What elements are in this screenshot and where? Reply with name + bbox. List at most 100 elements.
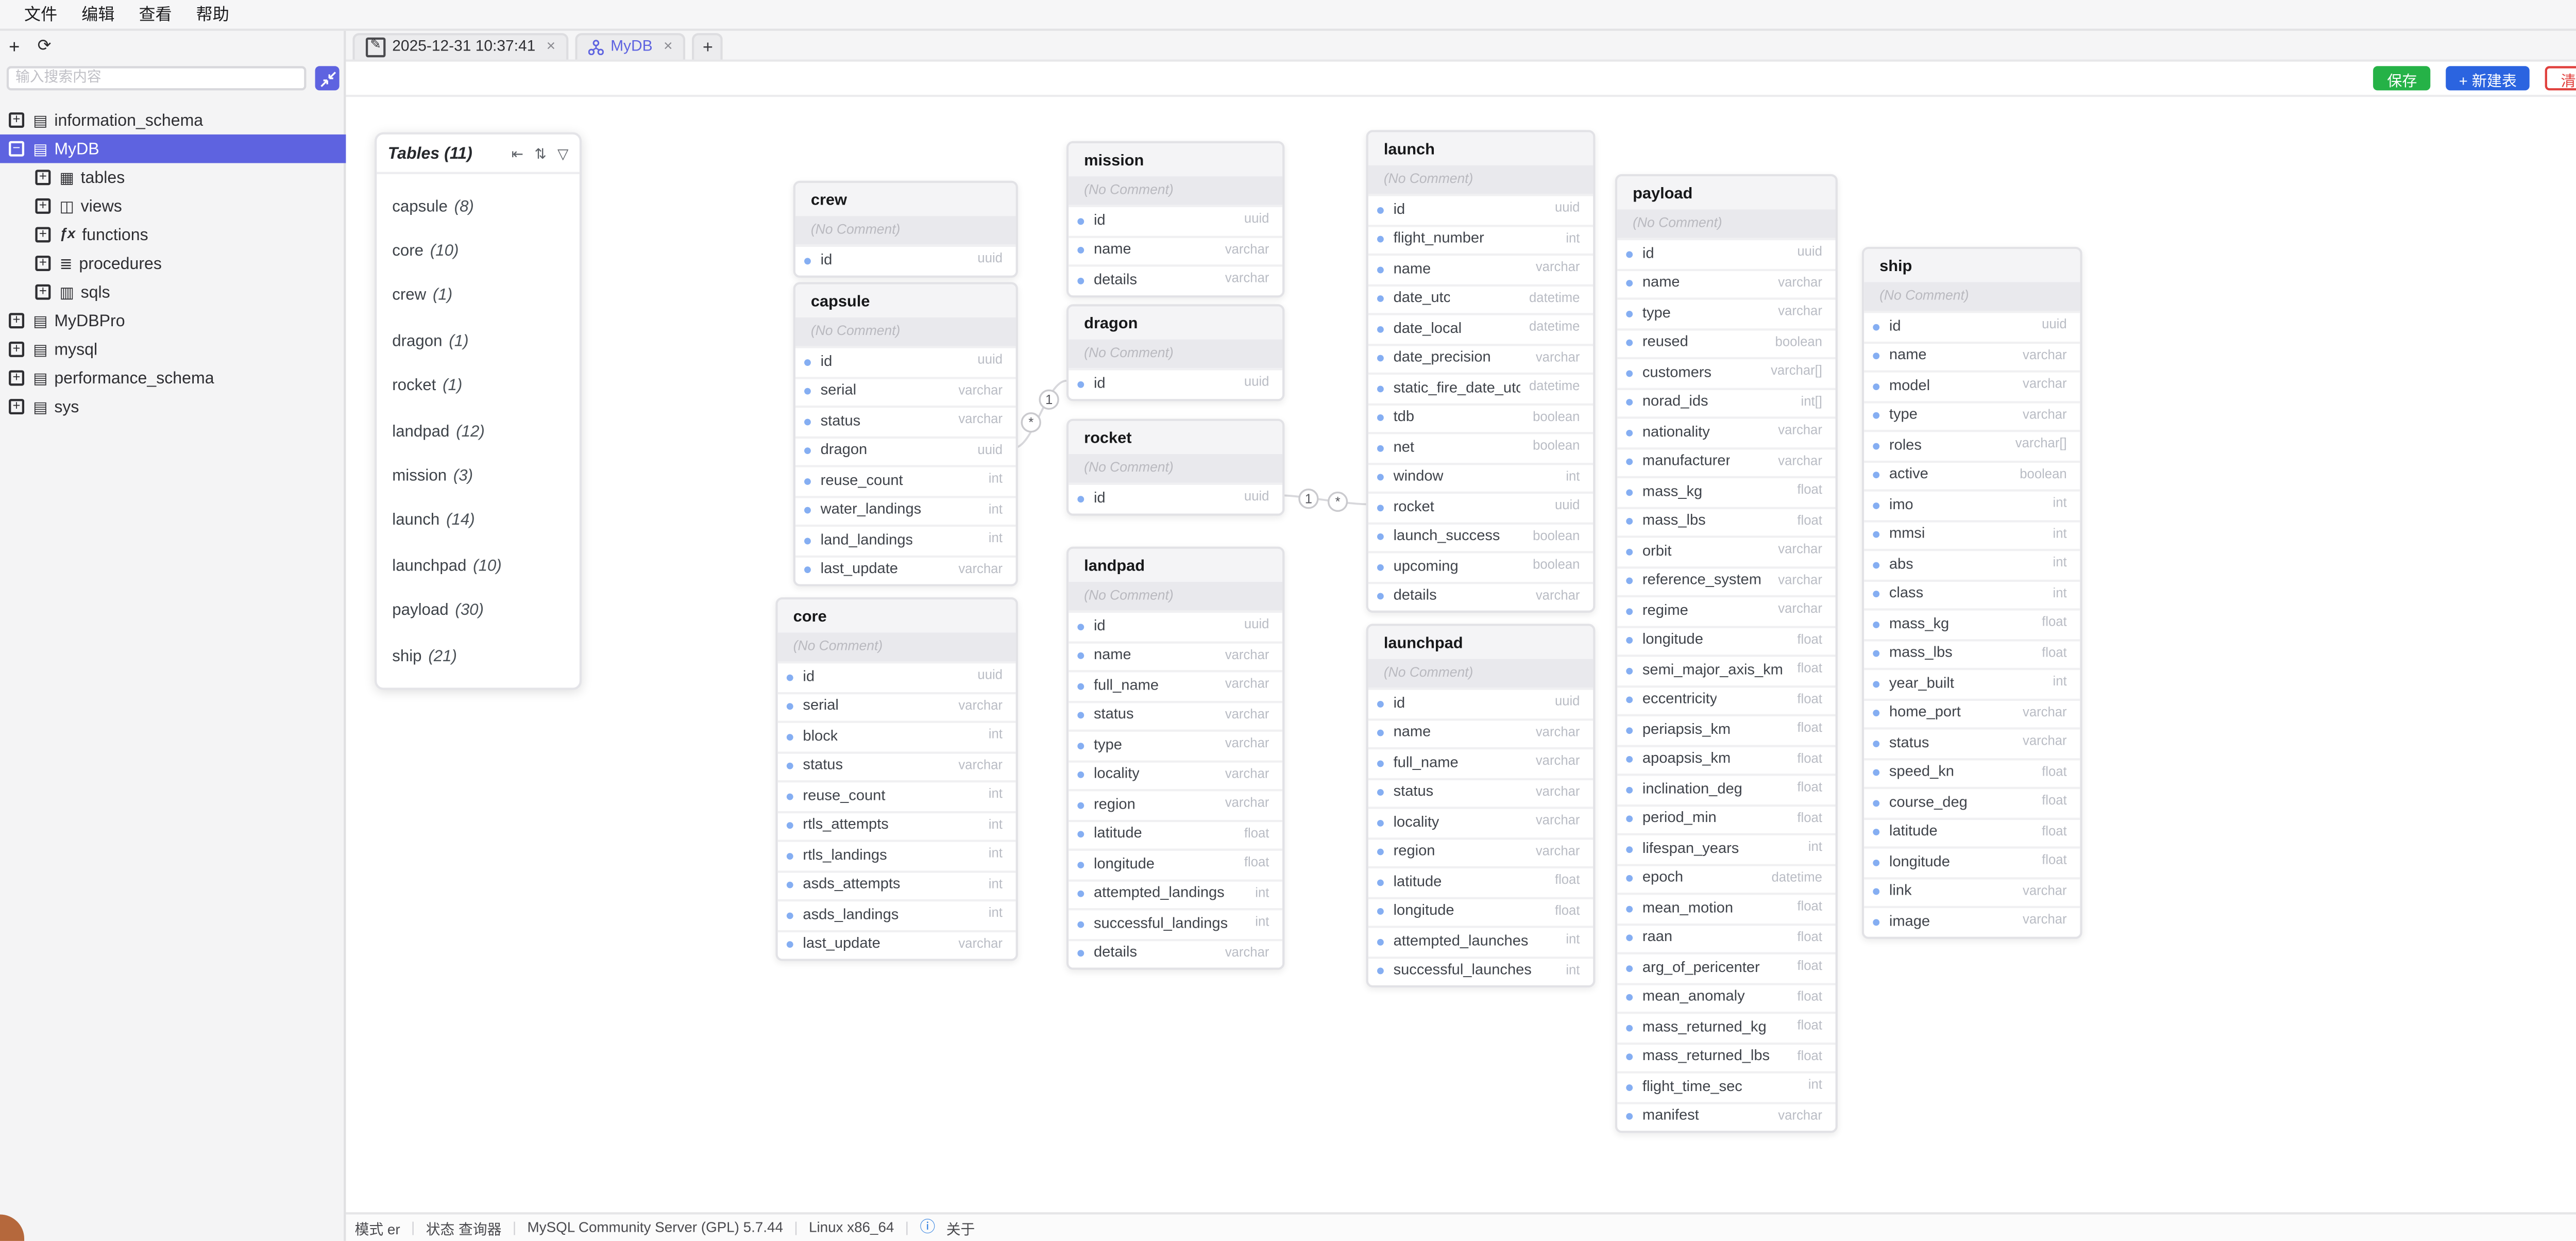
- column-type: int: [1557, 935, 1580, 948]
- column-type: varchar: [1216, 798, 1269, 812]
- er-table-capsule[interactable]: capsule(No Comment)iduuidserialvarcharst…: [793, 282, 1018, 586]
- column-type: varchar: [1769, 545, 1822, 558]
- er-column-row: reference_systemvarchar: [1617, 565, 1835, 595]
- expander-icon[interactable]: +: [35, 256, 50, 271]
- tables-list-item-payload[interactable]: payload(30): [377, 588, 579, 632]
- about-link[interactable]: 关于: [946, 1217, 975, 1239]
- er-table-dragon[interactable]: dragon(No Comment)iduuid: [1066, 304, 1284, 400]
- er-table-ship[interactable]: ship(No Comment)iduuidnamevarcharmodelva…: [1862, 247, 2082, 938]
- collapse-panel-icon[interactable]: ⇤: [512, 144, 523, 162]
- new-tab-button[interactable]: +: [692, 32, 723, 59]
- er-table-crew[interactable]: crew(No Comment)iduuid: [793, 181, 1018, 277]
- column-type: varchar: [1216, 244, 1269, 258]
- expander-icon[interactable]: +: [35, 198, 50, 214]
- menu-item-1[interactable]: 编辑: [81, 2, 114, 26]
- sidebar-item-mysql[interactable]: +▤mysql: [0, 335, 346, 364]
- tables-list-item-launchpad[interactable]: launchpad(10): [377, 543, 579, 588]
- expander-icon[interactable]: +: [9, 112, 24, 128]
- info-icon[interactable]: ⓘ: [920, 1217, 935, 1239]
- er-column-row: mass_returned_kgfloat: [1617, 1012, 1835, 1042]
- close-icon[interactable]: ×: [664, 39, 673, 55]
- column-type: int: [1246, 887, 1269, 901]
- sidebar-search-input[interactable]: [7, 66, 307, 90]
- column-name: date_precision: [1394, 351, 1491, 366]
- er-table-title: launch: [1368, 132, 1593, 165]
- sidebar-collapse-button[interactable]: [315, 66, 340, 90]
- column-name: longitude: [1094, 857, 1155, 873]
- expander-icon[interactable]: +: [35, 170, 50, 185]
- expander-icon[interactable]: +: [9, 371, 24, 386]
- sidebar-item-views[interactable]: +◫views: [0, 192, 346, 221]
- tables-list-item-dragon[interactable]: dragon(1): [377, 318, 579, 363]
- er-table-mission[interactable]: mission(No Comment)iduuidnamevarchardeta…: [1066, 141, 1284, 297]
- er-canvas[interactable]: *11* Tables (11) ⇤ ⇅ ▽ capsule(8)core(10…: [346, 97, 2576, 1212]
- expander-icon[interactable]: +: [9, 342, 24, 357]
- sidebar-item-MyDB[interactable]: −▤MyDB: [0, 135, 346, 163]
- column-dot-icon: [787, 733, 794, 741]
- column-name: roles: [1889, 438, 1922, 454]
- er-column-row: manufacturervarchar: [1617, 446, 1835, 476]
- column-type: float: [2033, 856, 2067, 869]
- column-name: latitude: [1889, 825, 1938, 841]
- column-name: mass_kg: [1642, 484, 1702, 500]
- column-type: uuid: [1235, 214, 1269, 228]
- column-name: asds_attempts: [803, 878, 900, 893]
- er-table-launchpad[interactable]: launchpad(No Comment)iduuidnamevarcharfu…: [1366, 624, 1596, 987]
- tab-query[interactable]: ✎ 2025-12-31 10:37:41 ×: [352, 32, 569, 59]
- expander-icon[interactable]: −: [9, 141, 24, 157]
- sidebar-item-tables[interactable]: +▦tables: [0, 163, 346, 192]
- column-dot-icon: [1626, 964, 1634, 972]
- er-table-core[interactable]: core(No Comment)iduuidserialvarcharblock…: [775, 597, 1018, 961]
- er-column-row: mass_lbsfloat: [1617, 506, 1835, 536]
- er-table-rocket[interactable]: rocket(No Comment)iduuid: [1066, 419, 1284, 515]
- sidebar-item-functions[interactable]: +ƒxfunctions: [0, 221, 346, 249]
- tables-list-item-capsule[interactable]: capsule(8): [377, 183, 579, 228]
- er-column-row: date_utcdatetime: [1368, 283, 1593, 313]
- column-name: id: [803, 669, 815, 685]
- save-button[interactable]: 保存: [2374, 66, 2430, 90]
- add-connection-icon[interactable]: +: [9, 38, 20, 55]
- close-icon[interactable]: ×: [547, 39, 556, 55]
- sort-icon[interactable]: ⇅: [534, 144, 546, 162]
- tables-list-item-rocket[interactable]: rocket(1): [377, 363, 579, 408]
- column-type: varchar: [1216, 947, 1269, 961]
- menu-item-2[interactable]: 查看: [139, 2, 172, 26]
- filter-icon[interactable]: ▽: [557, 144, 568, 162]
- column-type: boolean: [1524, 560, 1580, 574]
- menu-item-0[interactable]: 文件: [24, 2, 57, 26]
- column-name: details: [1394, 589, 1437, 605]
- sidebar-item-sys[interactable]: +▤sys: [0, 392, 346, 421]
- sidebar-item-information_schema[interactable]: +▤information_schema: [0, 106, 346, 135]
- expander-icon[interactable]: +: [35, 284, 50, 300]
- refresh-icon[interactable]: ⟳: [38, 38, 52, 55]
- tables-list-item-crew[interactable]: crew(1): [377, 273, 579, 317]
- er-table-payload[interactable]: payload(No Comment)iduuidnamevarchartype…: [1615, 174, 1838, 1133]
- tab-bar: ✎ 2025-12-31 10:37:41 × MyDB × +: [346, 31, 2576, 62]
- sidebar-item-procedures[interactable]: +≣procedures: [0, 249, 346, 278]
- tables-list-item-mission[interactable]: mission(3): [377, 452, 579, 497]
- tables-list-item-landpad[interactable]: landpad(12): [377, 408, 579, 452]
- expander-icon[interactable]: +: [9, 399, 24, 414]
- er-table-launch[interactable]: launch(No Comment)iduuidflight_numberint…: [1366, 130, 1596, 613]
- column-name: window: [1394, 470, 1444, 485]
- tables-list-item-launch[interactable]: launch(14): [377, 497, 579, 542]
- column-dot-icon: [1626, 459, 1634, 466]
- new-table-button[interactable]: + 新建表: [2446, 66, 2530, 90]
- clear-button[interactable]: 清空: [2546, 66, 2576, 90]
- column-dot-icon: [804, 257, 812, 264]
- expander-icon[interactable]: +: [9, 313, 24, 328]
- er-column-row: mass_kgfloat: [1617, 476, 1835, 506]
- sidebar-item-MyDBPro[interactable]: +▤MyDBPro: [0, 306, 346, 335]
- er-table-landpad[interactable]: landpad(No Comment)iduuidnamevarcharfull…: [1066, 547, 1284, 970]
- column-type: varchar: [950, 700, 1003, 714]
- tables-list-item-ship[interactable]: ship(21): [377, 632, 579, 677]
- column-type: int: [1800, 1081, 1822, 1094]
- expander-icon[interactable]: +: [35, 227, 50, 243]
- sidebar-item-sqls[interactable]: +▥sqls: [0, 278, 346, 307]
- er-column-row: eccentricityfloat: [1617, 684, 1835, 714]
- tables-list-item-core[interactable]: core(10): [377, 228, 579, 273]
- column-dot-icon: [1626, 637, 1634, 645]
- tab-mydb[interactable]: MyDB ×: [575, 32, 686, 59]
- sidebar-item-performance_schema[interactable]: +▤performance_schema: [0, 364, 346, 393]
- menu-item-3[interactable]: 帮助: [196, 2, 229, 26]
